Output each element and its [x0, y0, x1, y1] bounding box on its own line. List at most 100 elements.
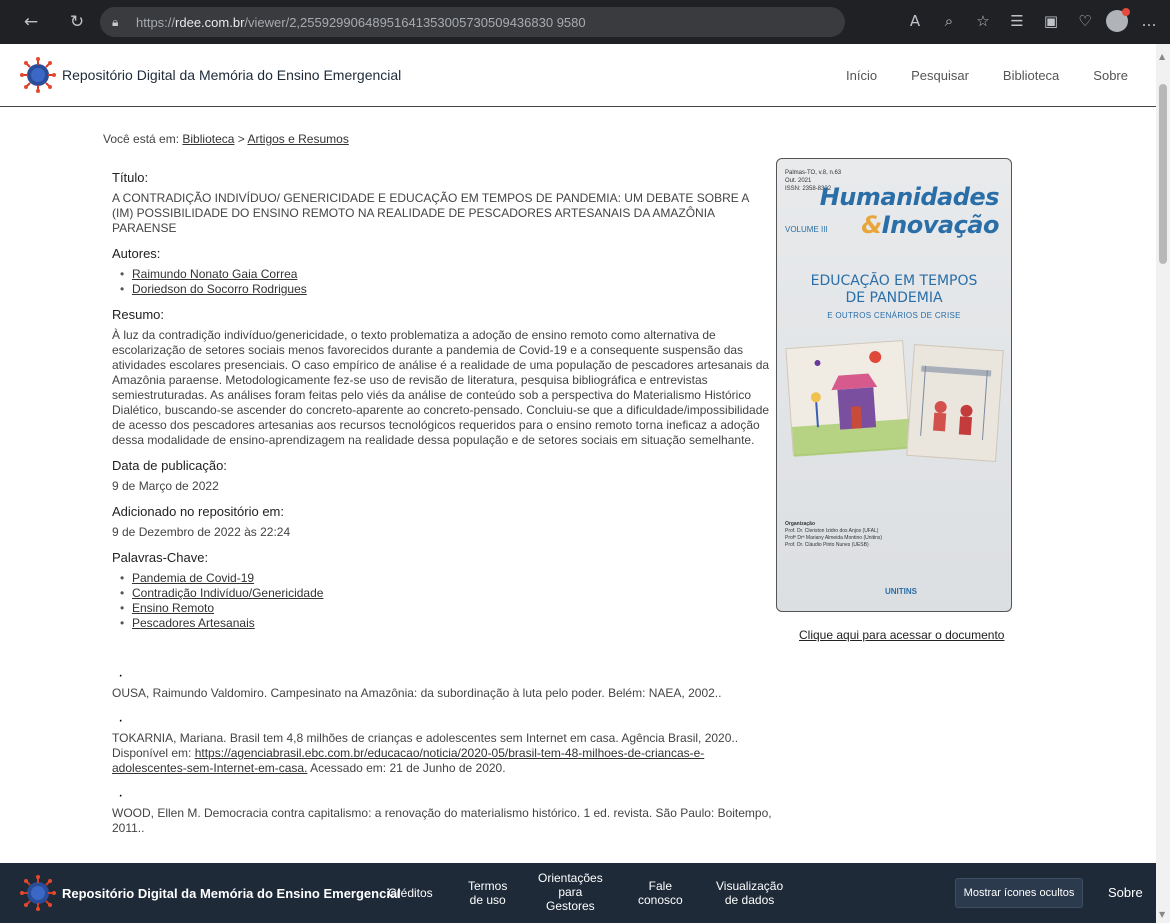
- bullet-dot: ·: [118, 787, 124, 804]
- footer-fale-line: conosco: [638, 893, 683, 907]
- keywords-list: Pandemia de Covid-19 Contradição Indivíd…: [120, 571, 772, 631]
- added-value: 9 de Dezembro de 2022 às 22:24: [112, 525, 291, 539]
- footer-orient-line: Gestores: [546, 899, 595, 913]
- house-drawing-icon: [791, 351, 912, 457]
- breadcrumb-current[interactable]: Artigos e Resumos: [247, 132, 348, 146]
- footer-termos-line: de uso: [469, 893, 506, 907]
- footer-visualizacao[interactable]: Visualização de dados: [716, 879, 783, 907]
- site-title[interactable]: Repositório Digital da Memória do Ensino…: [62, 67, 401, 83]
- nav-sobre[interactable]: Sobre: [1093, 68, 1128, 83]
- bullet-dot: ·: [118, 667, 124, 684]
- collections-icon[interactable]: ▣: [1038, 8, 1064, 34]
- zoom-icon[interactable]: ⌕: [936, 8, 962, 34]
- list-item: Ensino Remoto: [120, 601, 772, 616]
- cover-subheading: E OUTROS CENÁRIOS DE CRISE: [827, 311, 961, 320]
- url-path: /viewer/2,255929906489516413530057305094…: [244, 14, 586, 30]
- list-item: Doriedson do Socorro Rodrigues: [120, 282, 772, 297]
- book-cover[interactable]: Palmas-TO, v.8, n.63 Out. 2021 ISSN: 235…: [776, 158, 1012, 612]
- page-content: Você está em: Biblioteca > Artigos e Res…: [0, 108, 1156, 863]
- cover-brand2-text: Inovação: [881, 211, 1000, 239]
- breadcrumb: Você está em: Biblioteca > Artigos e Res…: [103, 132, 349, 146]
- keyword-link[interactable]: Pescadores Artesanais: [132, 616, 255, 630]
- footer-visual-line: Visualização: [716, 879, 784, 893]
- cover-heading-line: EDUCAÇÃO EM TEMPOS: [810, 273, 978, 289]
- footer-sobre[interactable]: Sobre: [1108, 886, 1143, 900]
- browser-toolbar: ← ↻ 🔒︎ https://rdee.com.br/viewer/2,2559…: [0, 0, 1170, 44]
- reference-tail: Acessado em: 21 de Junho de 2020.: [310, 761, 506, 775]
- refresh-icon[interactable]: ↻: [64, 9, 90, 35]
- footer-orient-line: para: [558, 885, 583, 899]
- cover-amp: &: [861, 211, 882, 239]
- breadcrumb-separator: >: [237, 132, 245, 146]
- author-link[interactable]: Raimundo Nonato Gaia Correa: [132, 267, 297, 281]
- footer-fale-line: Fale: [648, 879, 673, 893]
- cover-brand-inovacao: &Inovação: [861, 211, 999, 239]
- abstract-text: À luz da contradição indivíduo/genericid…: [112, 328, 770, 447]
- virus-logo-icon[interactable]: [20, 875, 56, 911]
- cover-drawing-people: [906, 343, 1004, 463]
- virus-logo-icon[interactable]: [20, 57, 56, 93]
- people-drawing-icon: [920, 365, 992, 441]
- cover-org-line: Profª Drª Mariany Almeida Montino (Uniti…: [785, 535, 883, 541]
- nav-biblioteca[interactable]: Biblioteca: [1003, 68, 1059, 83]
- keyword-link[interactable]: Contradição Indivíduo/Genericidade: [132, 586, 323, 600]
- cover-org-line: Prof. Dr. Cláudio Pinto Nunes (UESB): [785, 542, 869, 548]
- cover-organization: Organização Prof. Dr. Cleriston Izidro d…: [785, 521, 882, 549]
- footer-creditos[interactable]: Créditos: [388, 886, 433, 900]
- abstract-label: Resumo:: [112, 307, 165, 322]
- scroll-up-icon[interactable]: ▲: [1159, 52, 1165, 61]
- footer-orientacoes[interactable]: Orientações para Gestores: [538, 871, 603, 913]
- keyword-link[interactable]: Ensino Remoto: [132, 601, 214, 615]
- cover-org-line: Prof. Dr. Cleriston Izidro dos Anjos (UF…: [785, 528, 879, 534]
- health-icon[interactable]: ♡: [1072, 8, 1098, 34]
- footer-termos[interactable]: Termos de uso: [468, 879, 507, 907]
- references: · OUSA, Raimundo Valdomiro. Campesinato …: [112, 668, 772, 848]
- address-bar[interactable]: 🔒︎ https://rdee.com.br/viewer/2,25592990…: [100, 7, 845, 37]
- show-hidden-icons-button[interactable]: Mostrar ícones ocultos: [955, 878, 1083, 908]
- lock-icon: 🔒︎: [112, 15, 119, 29]
- main-nav: Início Pesquisar Biblioteca Sobre: [846, 68, 1128, 83]
- footer-fale-conosco[interactable]: Fale conosco: [638, 879, 683, 907]
- cover-drawing-house: [785, 340, 912, 457]
- more-menu-icon[interactable]: …: [1136, 8, 1162, 34]
- url-host: rdee.com.br: [175, 14, 245, 30]
- list-item: Raimundo Nonato Gaia Correa: [120, 267, 772, 282]
- url-prefix: https://: [136, 14, 176, 30]
- authors-label: Autores:: [112, 246, 161, 261]
- author-link[interactable]: Doriedson do Socorro Rodrigues: [132, 282, 307, 296]
- access-document-link[interactable]: Clique aqui para acessar o documento: [799, 628, 1004, 642]
- list-item: Contradição Indivíduo/Genericidade: [120, 586, 772, 601]
- back-icon[interactable]: ←: [18, 9, 44, 35]
- footer-visual-line: de dados: [724, 893, 775, 907]
- bullet-dot: ·: [118, 712, 124, 729]
- footer-title[interactable]: Repositório Digital da Memória do Ensino…: [62, 886, 401, 901]
- nav-pesquisar[interactable]: Pesquisar: [911, 68, 969, 83]
- list-item: Pescadores Artesanais: [120, 616, 772, 631]
- scroll-down-icon[interactable]: ▼: [1159, 910, 1165, 919]
- cover-brand-humanidades: Humanidades: [819, 183, 1000, 211]
- favorites-list-icon[interactable]: ☰: [1004, 8, 1030, 34]
- title-label: Título:: [112, 170, 149, 185]
- cover-org-label: Organização: [785, 521, 816, 527]
- site-header: Repositório Digital da Memória do Ensino…: [0, 44, 1156, 107]
- breadcrumb-biblioteca[interactable]: Biblioteca: [182, 132, 234, 146]
- nav-inicio[interactable]: Início: [846, 68, 877, 83]
- reference-item: OUSA, Raimundo Valdomiro. Campesinato na…: [112, 686, 722, 700]
- cover-volume: VOLUME III: [785, 225, 828, 234]
- read-aloud-icon[interactable]: A: [902, 8, 928, 34]
- site-footer: Repositório Digital da Memória do Ensino…: [0, 863, 1156, 923]
- reference-item: TOKARNIA, Mariana. Brasil tem 4,8 milhõe…: [112, 731, 772, 776]
- authors-list: Raimundo Nonato Gaia Correa Doriedson do…: [120, 267, 772, 297]
- favorite-star-icon[interactable]: ☆: [970, 8, 996, 34]
- cover-heading-line: DE PANDEMIA: [845, 290, 943, 306]
- profile-avatar[interactable]: [1106, 8, 1130, 32]
- cover-heading: EDUCAÇÃO EM TEMPOS DE PANDEMIA: [777, 273, 1011, 307]
- cover-publisher: UNITINS: [885, 587, 917, 596]
- scrollbar-thumb[interactable]: [1159, 84, 1167, 264]
- keyword-link[interactable]: Pandemia de Covid-19: [132, 571, 254, 585]
- cover-meta-line: Palmas-TO, v.8, n.63: [785, 170, 842, 176]
- added-label: Adicionado no repositório em:: [112, 504, 284, 519]
- page-scrollbar[interactable]: ▲ ▼: [1156, 44, 1170, 923]
- keywords-label: Palavras-Chave:: [112, 550, 209, 565]
- record-details: Título: A CONTRADIÇÃO INDIVÍDUO/ GENERIC…: [112, 170, 772, 631]
